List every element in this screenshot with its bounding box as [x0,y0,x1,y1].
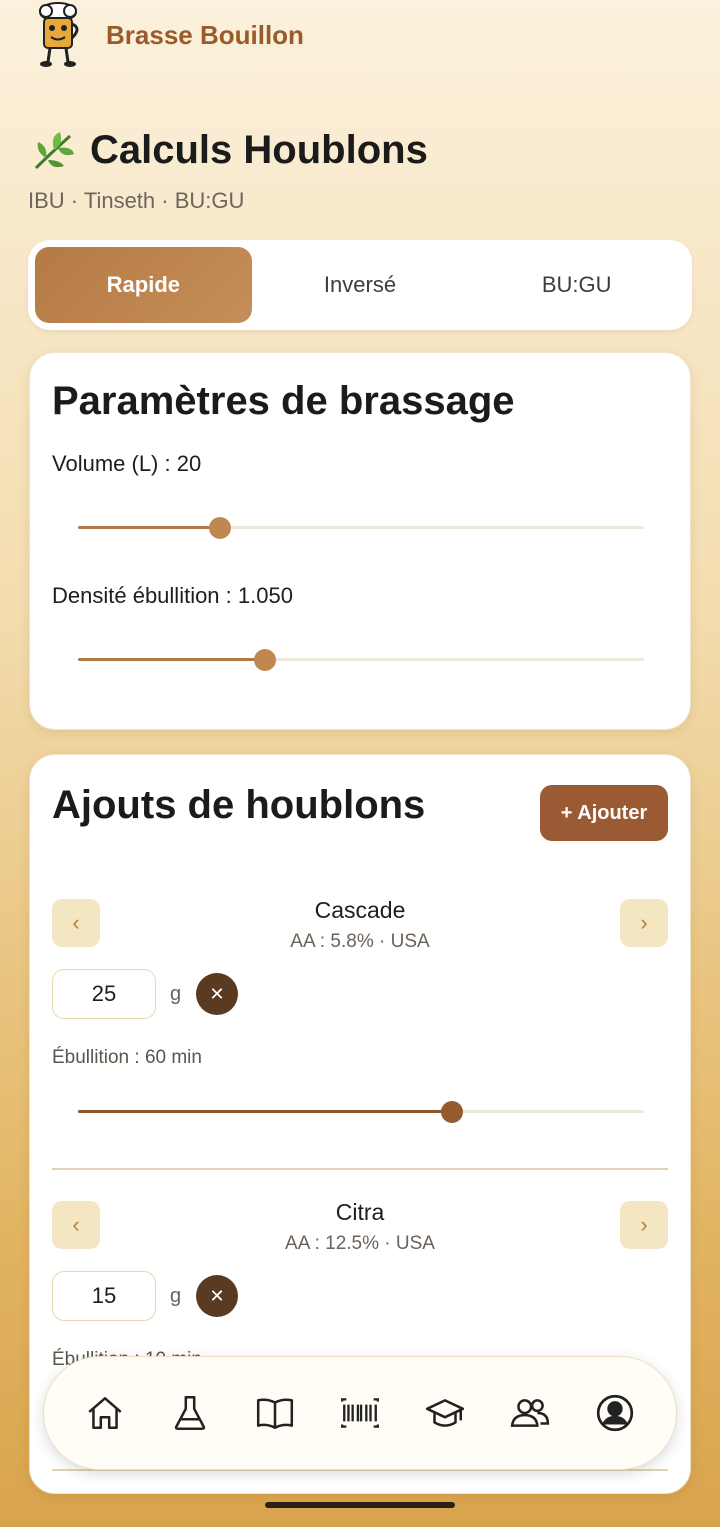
hop-name: Citra [335,1199,385,1225]
hop-unit: g [170,983,182,1005]
leaf-icon [34,132,74,170]
hop-quantity-input[interactable] [52,1271,156,1321]
add-hop-button[interactable]: + Ajouter [540,785,668,841]
boil-time-slider[interactable] [78,1100,644,1124]
boil-time-label: Ébullition : 60 min [52,1047,202,1068]
hop-quantity-input[interactable] [52,969,156,1019]
hop-unit: g [170,1285,182,1307]
tab-inverse[interactable]: Inversé [252,247,469,323]
graduation-cap-icon[interactable] [423,1391,467,1435]
book-icon[interactable] [253,1391,297,1435]
bottom-nav [43,1356,677,1470]
brewing-params-title: Paramètres de brassage [52,379,515,423]
hop-additions-title: Ajouts de houblons [52,783,426,827]
home-indicator[interactable] [265,1502,455,1508]
home-icon[interactable] [83,1391,127,1435]
slider-fill [78,658,265,661]
slider-fill [78,1110,452,1113]
density-label: Densité ébullition : 1.050 [52,583,293,608]
slider-fill [78,526,220,529]
app-header: Brasse Bouillon [28,0,304,70]
slider-thumb[interactable] [253,649,276,671]
page-title: Calculs Houblons [30,126,428,174]
volume-label: Volume (L) : 20 [52,451,202,476]
tab-rapide[interactable]: Rapide [35,247,252,323]
density-slider[interactable] [78,648,644,672]
profile-icon[interactable] [593,1391,637,1435]
remove-hop-button[interactable]: ✕ [196,1275,238,1317]
remove-hop-button[interactable]: ✕ [196,973,238,1015]
slider-thumb[interactable] [440,1101,463,1123]
hop-meta: AA : 12.5% · USA [285,1233,435,1254]
users-icon[interactable] [508,1391,552,1435]
flask-icon[interactable] [168,1391,212,1435]
hop-meta: AA : 5.8% · USA [290,931,430,952]
hop-name: Cascade [314,897,406,923]
brand-name: Brasse Bouillon [106,19,304,50]
brewer-mascot-logo[interactable] [28,2,88,68]
mode-tabs: Rapide Inversé BU:GU [28,240,692,330]
next-hop-button[interactable]: › [620,1201,668,1249]
next-hop-button[interactable]: › [620,899,668,947]
page-subtitle: IBU · Tinseth · BU:GU [28,188,245,213]
slider-thumb[interactable] [208,517,231,539]
barcode-icon[interactable] [338,1391,382,1435]
page-title-text: Calculs Houblons [90,127,428,172]
volume-slider[interactable] [78,516,644,540]
tab-bugu[interactable]: BU:GU [468,247,685,323]
brewing-params-card: Paramètres de brassage Volume (L) : 20 D… [29,352,691,730]
hop-divider [52,1168,668,1170]
